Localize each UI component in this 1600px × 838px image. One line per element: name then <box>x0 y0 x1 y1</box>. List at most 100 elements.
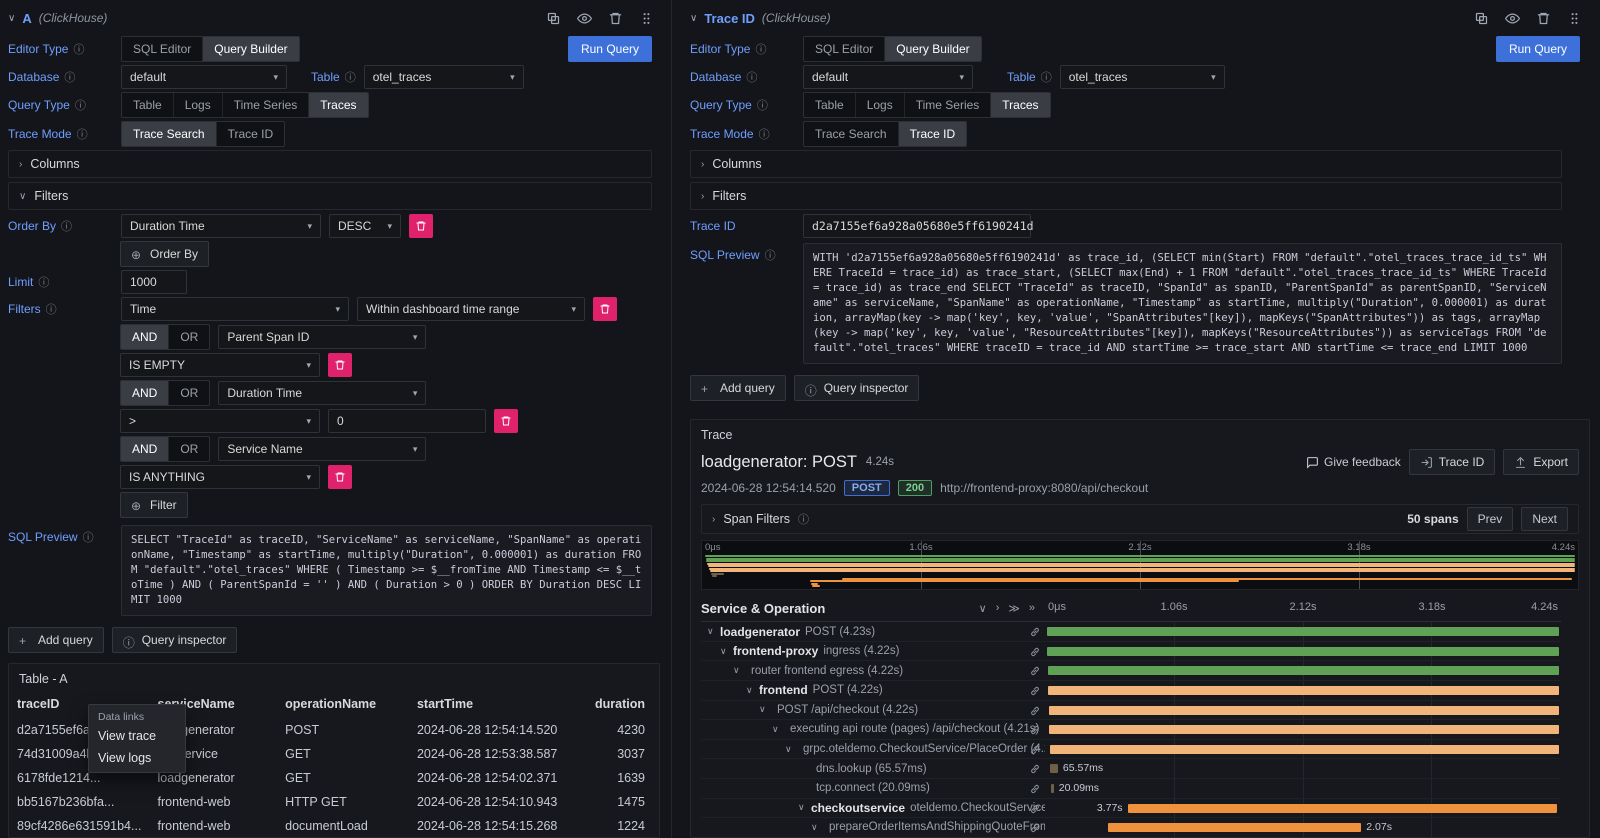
editor-type-sql[interactable]: SQL Editor <box>804 37 884 61</box>
span-row[interactable]: ∨executing api route (pages) /api/checko… <box>701 720 1561 740</box>
condition-2-cmp-select[interactable]: >▾ <box>120 409 320 433</box>
span-link-icon[interactable] <box>1029 821 1041 837</box>
or-option[interactable]: OR <box>168 325 209 349</box>
database-select[interactable]: default▾ <box>803 65 973 89</box>
column-header[interactable]: operationName <box>277 692 409 718</box>
query-type-timeseries[interactable]: Time Series <box>904 93 991 117</box>
trace-minimap[interactable]: 0μs 1.06s 2.12s 3.18s 4.24s <box>701 540 1579 590</box>
remove-condition-3-button[interactable] <box>328 465 352 489</box>
add-query-button[interactable]: +Add query <box>690 375 786 401</box>
duplicate-icon[interactable] <box>546 11 561 26</box>
eye-icon[interactable] <box>577 11 592 26</box>
run-query-button[interactable]: Run Query <box>1496 36 1580 62</box>
chevron-down-icon[interactable]: ∨ <box>707 626 720 637</box>
chevron-down-icon[interactable]: ∨ <box>785 744 798 755</box>
export-button[interactable]: Export <box>1503 449 1579 475</box>
remove-filter-button[interactable] <box>593 297 617 321</box>
span-bar[interactable] <box>1049 725 1559 734</box>
span-bar[interactable] <box>1050 764 1058 773</box>
column-header[interactable]: startTime <box>409 692 587 718</box>
span-bar[interactable] <box>1047 627 1560 636</box>
and-option[interactable]: AND <box>121 381 168 405</box>
collapse-all-icon[interactable]: ≫ <box>1008 602 1020 615</box>
span-bar[interactable] <box>1049 706 1560 715</box>
remove-condition-1-button[interactable] <box>328 353 352 377</box>
add-filter-button[interactable]: ⊕Filter <box>120 492 188 518</box>
filter-field-select[interactable]: Time▾ <box>121 297 349 321</box>
minimap-canvas[interactable] <box>702 541 1578 589</box>
give-feedback-button[interactable]: Give feedback <box>1306 455 1401 469</box>
duplicate-icon[interactable] <box>1474 11 1489 26</box>
condition-3-op-select[interactable]: IS ANYTHING▾ <box>120 465 320 489</box>
span-link-icon[interactable] <box>1029 625 1041 642</box>
add-query-button[interactable]: +Add query <box>8 627 104 653</box>
span-row[interactable]: ∨POST /api/checkout (4.22s) <box>701 701 1561 721</box>
span-bar[interactable] <box>1048 686 1559 695</box>
trace-mode-search[interactable]: Trace Search <box>804 122 898 146</box>
editor-type-sql[interactable]: SQL Editor <box>122 37 202 61</box>
span-row[interactable]: tcp.connect (20.09ms)20.09ms <box>701 779 1561 799</box>
chevron-down-icon[interactable]: ∨ <box>798 802 811 813</box>
trace-id-link[interactable]: 89cf4286e631591b4... <box>9 814 150 838</box>
condition-2-value-input[interactable]: 0 <box>328 409 486 433</box>
query-type-table[interactable]: Table <box>122 93 173 117</box>
query-type-timeseries[interactable]: Time Series <box>222 93 309 117</box>
span-bar[interactable] <box>1108 823 1361 832</box>
span-link-icon[interactable] <box>1029 782 1041 799</box>
span-link-icon[interactable] <box>1029 762 1041 779</box>
chevron-down-icon[interactable]: ∨ <box>759 704 772 715</box>
span-row[interactable]: ∨checkoutserviceoteldemo.CheckoutService… <box>701 799 1561 819</box>
columns-section[interactable]: › Columns <box>8 150 652 178</box>
collapse-one-icon[interactable]: ∨ <box>979 602 987 615</box>
span-bar[interactable] <box>1047 647 1559 656</box>
chevron-down-icon[interactable]: ∨ <box>690 13 697 24</box>
span-link-icon[interactable] <box>1029 743 1041 760</box>
editor-type-builder[interactable]: Query Builder <box>884 37 980 61</box>
table-select[interactable]: otel_traces▾ <box>1060 65 1225 89</box>
filters-section[interactable]: › Filters <box>690 182 1562 210</box>
span-link-icon[interactable] <box>1029 704 1041 721</box>
column-header[interactable]: duration <box>587 692 659 718</box>
span-link-icon[interactable] <box>1029 684 1041 701</box>
span-row[interactable]: ∨router frontend egress (4.22s) <box>701 661 1561 681</box>
span-link-icon[interactable] <box>1029 723 1041 740</box>
chevron-down-icon[interactable]: ∨ <box>733 665 746 676</box>
and-option[interactable]: AND <box>121 325 168 349</box>
query-inspector-button[interactable]: ⓘQuery inspector <box>112 627 238 653</box>
chevron-down-icon[interactable]: ∨ <box>772 724 785 735</box>
order-by-dir-select[interactable]: DESC▾ <box>329 214 401 238</box>
query-type-table[interactable]: Table <box>804 93 855 117</box>
limit-input[interactable]: 1000 <box>121 270 187 294</box>
drag-handle-icon[interactable] <box>639 11 654 26</box>
remove-order-by-button[interactable] <box>409 214 433 238</box>
pane-divider[interactable] <box>662 0 680 838</box>
condition-2-field-select[interactable]: Duration Time▾ <box>218 381 426 405</box>
span-row[interactable]: ∨frontend-proxyingress (4.22s) <box>701 642 1561 662</box>
or-option[interactable]: OR <box>168 381 209 405</box>
expand-one-icon[interactable]: › <box>996 602 1000 615</box>
menu-item-view-logs[interactable]: View logs <box>89 747 185 769</box>
span-bar[interactable] <box>1048 666 1560 675</box>
span-bar[interactable] <box>1051 784 1054 793</box>
add-order-by-button[interactable]: ⊕Order By <box>120 241 209 267</box>
span-filters-section[interactable]: › Span Filters ⓘ 50 spans Prev Next <box>701 504 1579 534</box>
chevron-down-icon[interactable]: ∨ <box>811 822 824 833</box>
trace-id-button[interactable]: Trace ID <box>1409 449 1496 475</box>
span-row[interactable]: ∨grpc.oteldemo.CheckoutService/PlaceOrde… <box>701 740 1561 760</box>
database-select[interactable]: default▾ <box>121 65 287 89</box>
query-type-logs[interactable]: Logs <box>855 93 904 117</box>
span-link-icon[interactable] <box>1029 664 1041 681</box>
trace-id-input[interactable]: d2a7155ef6a928a05680e5ff6190241d <box>803 214 1031 238</box>
condition-1-op-select[interactable]: IS EMPTY▾ <box>120 353 320 377</box>
filters-section[interactable]: ∨ Filters <box>8 182 652 210</box>
span-link-icon[interactable] <box>1029 645 1041 662</box>
order-by-field-select[interactable]: Duration Time▾ <box>121 214 321 238</box>
menu-item-view-trace[interactable]: View trace <box>89 725 185 747</box>
prev-button[interactable]: Prev <box>1467 507 1514 531</box>
editor-type-builder[interactable]: Query Builder <box>202 37 298 61</box>
or-option[interactable]: OR <box>168 437 209 461</box>
filter-value-select[interactable]: Within dashboard time range▾ <box>357 297 585 321</box>
remove-condition-2-button[interactable] <box>494 409 518 433</box>
trace-mode-search[interactable]: Trace Search <box>122 122 216 146</box>
condition-1-field-select[interactable]: Parent Span ID▾ <box>218 325 426 349</box>
